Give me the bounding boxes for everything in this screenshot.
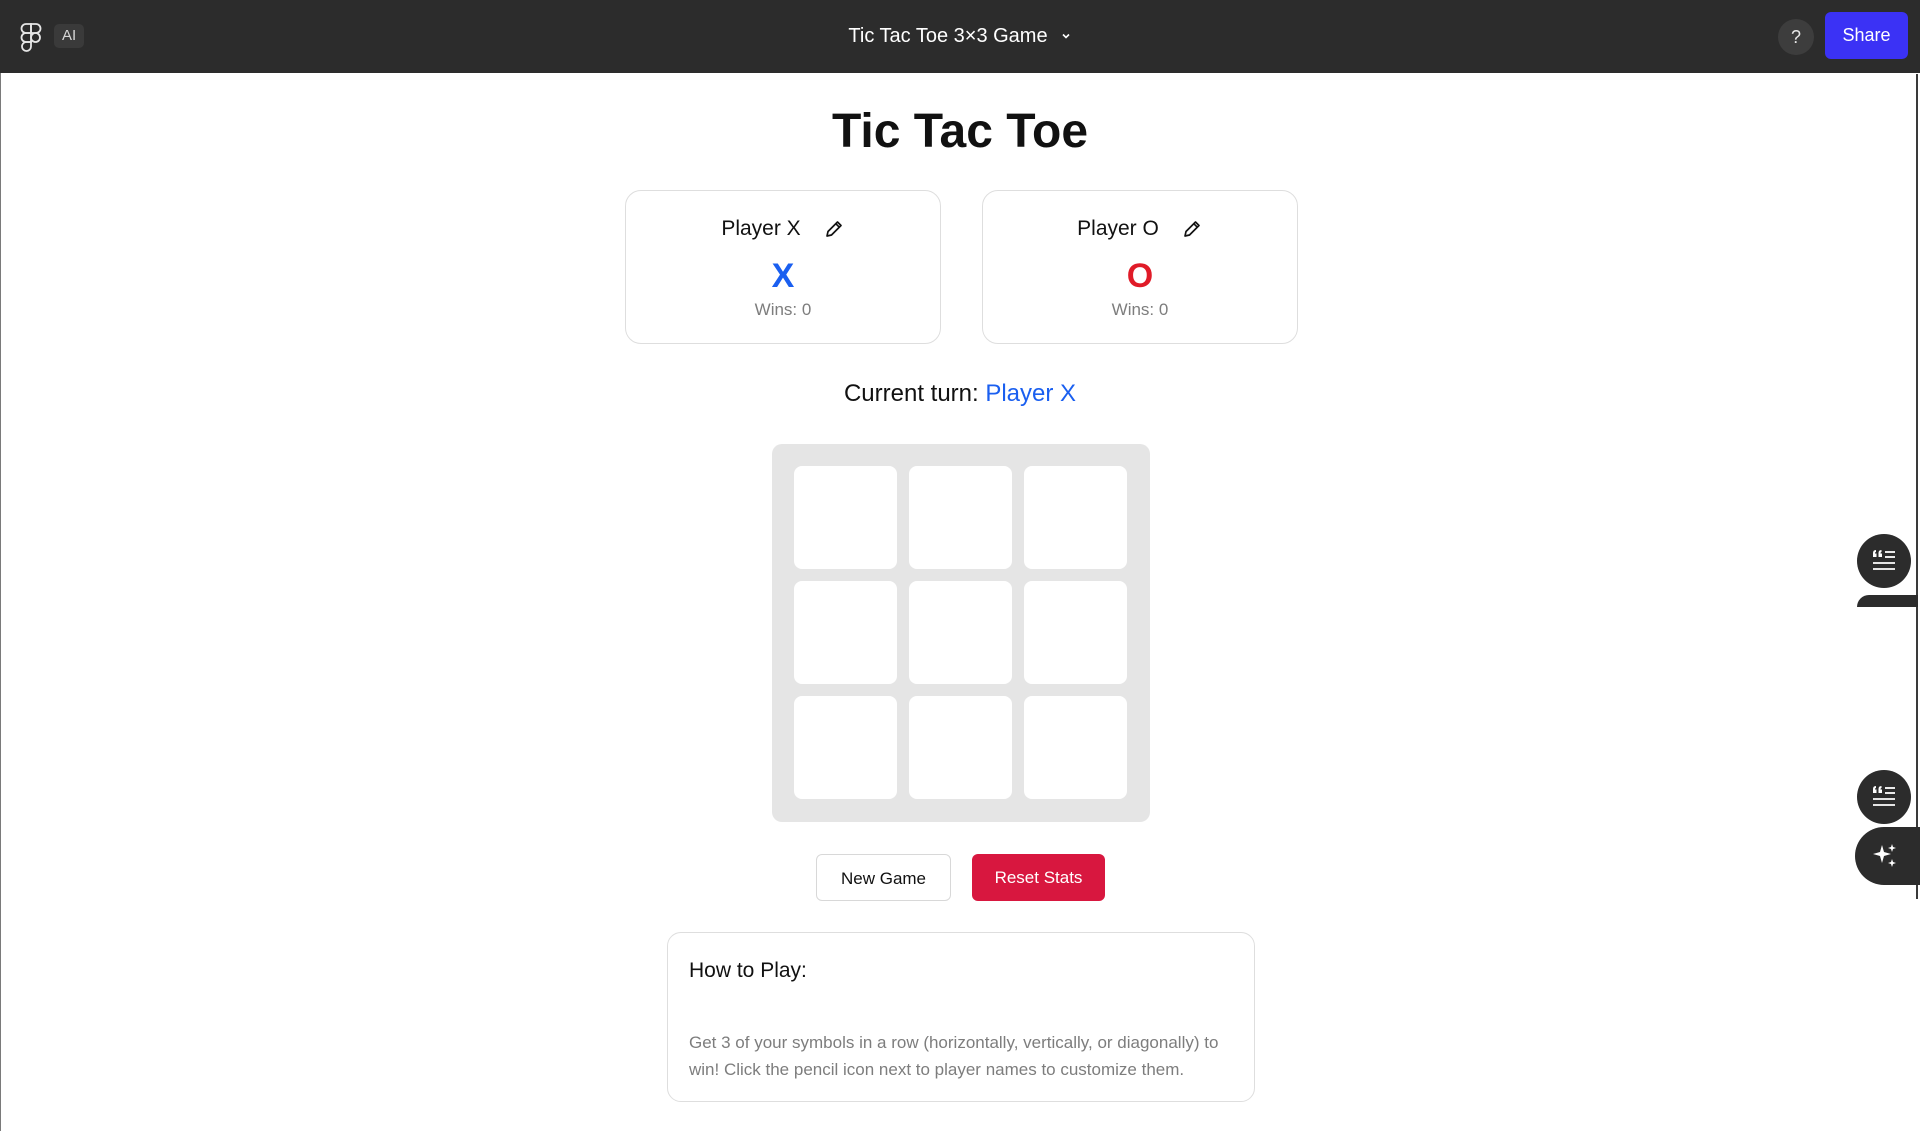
player-name-row: Player X: [626, 217, 940, 241]
board-cell-2-3[interactable]: [1024, 581, 1127, 684]
board-cell-1-1[interactable]: [794, 466, 897, 569]
document-title-area: Tic Tac Toe 3×3 Game: [0, 22, 1920, 50]
comments-widget-button[interactable]: [1857, 534, 1911, 588]
pencil-icon[interactable]: [823, 218, 845, 240]
share-button[interactable]: Share: [1825, 12, 1908, 59]
chevron-down-icon: [1062, 33, 1070, 39]
new-game-button[interactable]: New Game: [816, 854, 951, 901]
ai-assist-button[interactable]: [1855, 827, 1920, 885]
comment-list-icon: [1873, 550, 1895, 570]
player-card-o: Player O O Wins: 0: [982, 190, 1298, 344]
comment-list-icon: [1873, 786, 1895, 806]
game-board: [772, 444, 1150, 822]
board-cell-1-3[interactable]: [1024, 466, 1127, 569]
board-cell-2-1[interactable]: [794, 581, 897, 684]
document-title: Tic Tac Toe 3×3 Game: [848, 25, 1048, 47]
document-title-menu[interactable]: Tic Tac Toe 3×3 Game: [848, 22, 1071, 50]
player-wins: Wins: 0: [754, 300, 812, 319]
sparkle-icon: [1873, 844, 1896, 867]
player-name-row: Player O: [983, 217, 1297, 241]
player-name: Player X: [721, 217, 801, 240]
pencil-icon[interactable]: [1181, 218, 1203, 240]
board-cell-3-2[interactable]: [909, 696, 1012, 799]
turn-player: Player X: [985, 380, 1077, 407]
board-cell-2-2[interactable]: [909, 581, 1012, 684]
top-bar: AI Tic Tac Toe 3×3 Game ? Share: [0, 0, 1920, 73]
board-cell-1-2[interactable]: [909, 466, 1012, 569]
help-button[interactable]: ?: [1778, 19, 1814, 55]
board-cell-3-1[interactable]: [794, 696, 897, 799]
frame-edge: [1916, 74, 1918, 899]
player-name: Player O: [1077, 217, 1159, 240]
board-cell-3-3[interactable]: [1024, 696, 1127, 799]
how-to-play-text: Get 3 of your symbols in a row (horizont…: [689, 1033, 1219, 1079]
game-title: Tic Tac Toe: [831, 105, 1089, 158]
hidden-widget-button[interactable]: [1857, 595, 1918, 607]
comments-widget-button-2[interactable]: [1857, 770, 1911, 824]
ai-button[interactable]: AI: [54, 24, 85, 48]
current-turn: Current turn: Player X: [0, 380, 1920, 408]
turn-label: Current turn:: [843, 380, 979, 407]
player-symbol: X: [771, 257, 795, 295]
figma-logo-icon[interactable]: [20, 22, 42, 52]
player-wins: Wins: 0: [1111, 300, 1169, 319]
player-symbol: O: [1126, 257, 1154, 295]
how-to-play-title: How to Play:: [689, 959, 807, 982]
player-card-x: Player X X Wins: 0: [625, 190, 941, 344]
how-to-play-card: How to Play: Get 3 of your symbols in a …: [667, 932, 1255, 1102]
reset-stats-button[interactable]: Reset Stats: [972, 854, 1105, 901]
